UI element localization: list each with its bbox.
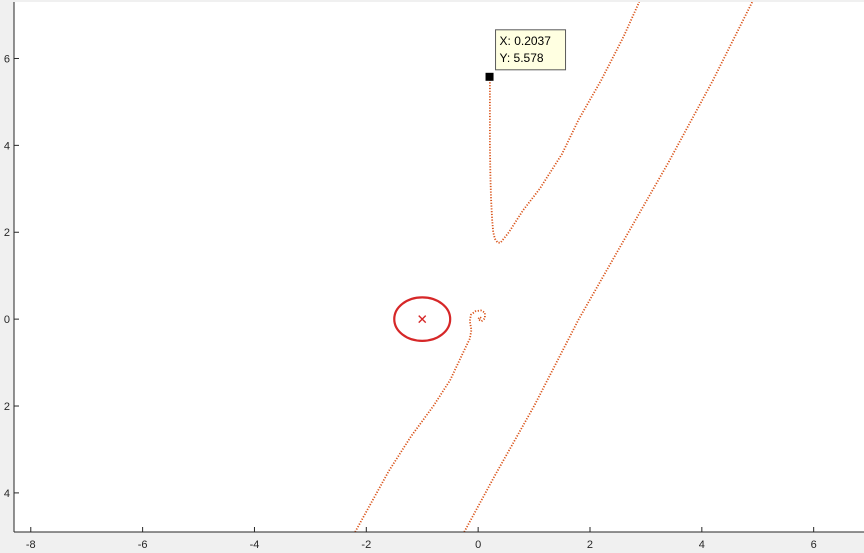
datatip-marker <box>485 72 494 81</box>
x-tick-label: 2 <box>587 539 593 551</box>
chart-figure: -8 -6 -4 -2 0 2 4 6 4 2 0 2 4 6 X: 0.2037 Y: 5.578 <box>4 2 864 551</box>
plot-area <box>14 2 864 532</box>
x-tick-label: 4 <box>699 539 705 551</box>
data-tip-x-label: X: 0.2037 <box>500 34 552 48</box>
data-tip-y-label: Y: 5.578 <box>500 51 544 65</box>
data-tip[interactable]: X: 0.2037 Y: 5.578 <box>495 29 567 71</box>
y-tick-label: 4 <box>4 488 10 500</box>
y-tick-label: 4 <box>4 140 10 152</box>
y-tick-label: 0 <box>4 314 10 326</box>
y-tick-label: 6 <box>4 53 10 65</box>
x-tick-label: -4 <box>250 539 260 551</box>
x-tick-label: -8 <box>26 539 36 551</box>
y-tick-label: 2 <box>4 401 10 413</box>
x-tick-label: -6 <box>138 539 148 551</box>
x-tick-label: -2 <box>361 539 371 551</box>
x-tick-label: 0 <box>475 539 481 551</box>
y-tick-label: 2 <box>4 227 10 239</box>
x-tick-label: 6 <box>811 539 817 551</box>
